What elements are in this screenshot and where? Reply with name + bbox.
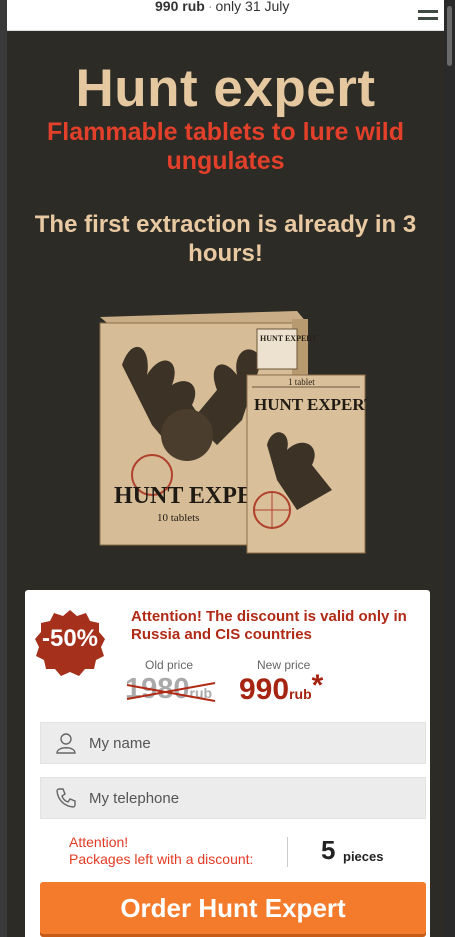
landing-page: 990 rub · only 31 July Hunt expert Flammab…: [7, 0, 444, 937]
divider: [287, 837, 288, 867]
new-price-unit: rub: [289, 686, 312, 702]
menu-icon[interactable]: [418, 10, 438, 24]
name-input[interactable]: [89, 723, 419, 763]
strikethrough-mark: [126, 682, 216, 702]
old-price-label: Old price: [145, 658, 194, 672]
order-button[interactable]: Order Hunt Expert: [40, 882, 426, 934]
page-subtitle: Flammable tablets to lure wild ungulates: [46, 118, 405, 175]
name-field[interactable]: [40, 722, 426, 764]
stock-count: 5: [321, 835, 336, 865]
page-scrollbar[interactable]: [444, 0, 455, 937]
box-header-text: HUNT EXPERT: [260, 334, 318, 343]
stock-notice-line1: Attention!: [69, 834, 129, 850]
topbar-offer: 990 rub · only 31 July: [155, 0, 289, 14]
scrollbar-thumb[interactable]: [447, 6, 452, 66]
box-count-text: 10 tablets: [157, 512, 199, 524]
sachet-count-text: 1 tablet: [288, 377, 315, 387]
stock-count-unit: pieces: [343, 849, 384, 864]
new-price: 990rub*: [239, 669, 323, 707]
topbar-price: 990 rub: [155, 0, 205, 14]
new-price-label: New price: [257, 658, 311, 672]
page-title: Hunt expert: [75, 59, 376, 118]
phone-input[interactable]: [89, 778, 419, 818]
new-price-value: 990: [239, 673, 290, 706]
stock-notice: Attention! Packages left with a discount…: [69, 834, 253, 868]
topbar-separator: ·: [207, 0, 213, 14]
stock-notice-line2: Packages left with a discount:: [69, 851, 254, 867]
order-card: -50% Attention! The discount is valid on…: [25, 590, 430, 937]
discount-notice: Attention! The discount is valid only in…: [131, 608, 407, 643]
lead-text: The first extraction is already in 3 hou…: [34, 211, 417, 267]
top-bar: 990 rub · only 31 July: [7, 0, 444, 31]
topbar-date: only 31 July: [215, 0, 290, 14]
new-price-asterisk: *: [311, 669, 324, 702]
discount-badge-text: -50%: [41, 625, 99, 652]
user-icon: [56, 733, 76, 754]
phone-icon: [56, 788, 76, 808]
sachet-brand-text: HUNT EXPERT: [254, 395, 367, 414]
phone-field[interactable]: [40, 777, 426, 819]
product-image: HUNT EXPERT HUNT EXPERT 10 tablets 1 tab…: [99, 311, 367, 554]
